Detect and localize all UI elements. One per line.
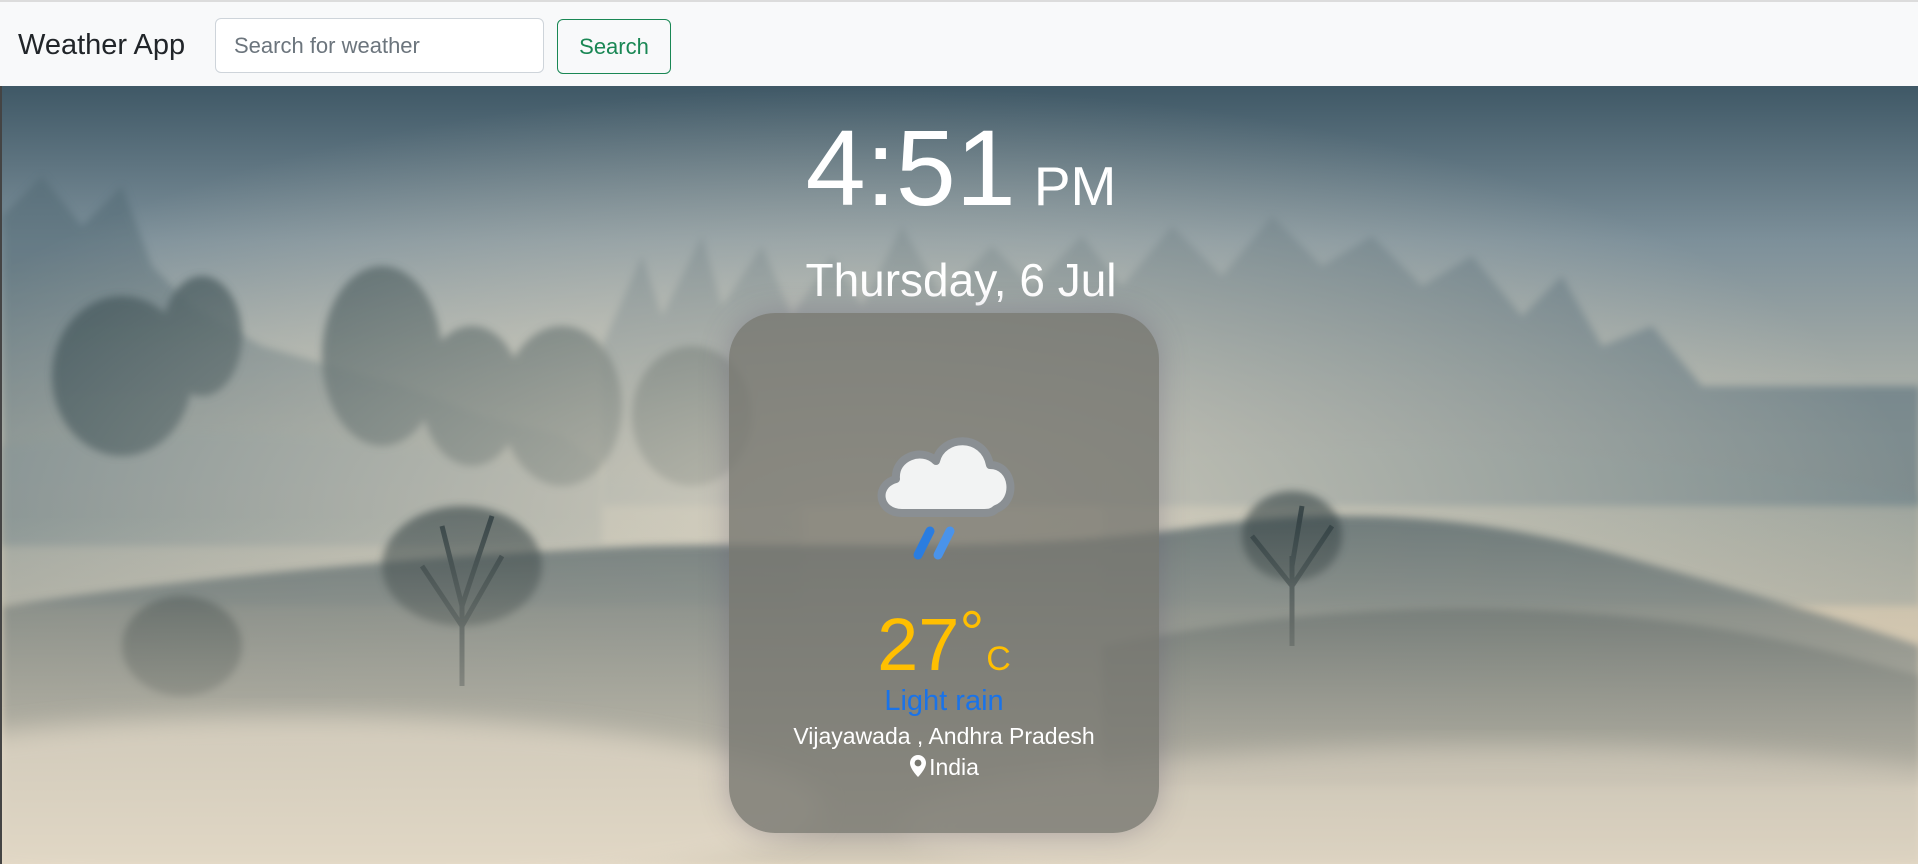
location-pin-icon	[910, 755, 927, 777]
temperature-unit: C	[986, 640, 1011, 678]
degree-symbol: °	[959, 599, 985, 668]
location-country: India	[729, 754, 1159, 781]
time-period: PM	[1033, 155, 1117, 217]
weather-condition: Light rain	[884, 685, 1004, 717]
navbar: Weather App Search	[0, 0, 1918, 86]
temperature-value: 27	[877, 603, 960, 686]
current-time: 4:51 PM	[2, 108, 1918, 228]
temperature: 27°C	[729, 598, 1159, 687]
app-brand[interactable]: Weather App	[18, 28, 185, 62]
location-city-state: Vijayawada , Andhra Pradesh	[793, 723, 1095, 749]
weather-hero: 4:51 PM Thursday, 6 Jul 27°C Light rain V…	[0, 86, 1918, 864]
search-button[interactable]: Search	[557, 19, 671, 74]
weather-card: 27°C Light rain Vijayawada , Andhra Prad…	[729, 313, 1159, 833]
light-rain-icon	[877, 437, 1015, 560]
country-name: India	[929, 754, 979, 780]
current-date: Thursday, 6 Jul	[805, 254, 1117, 306]
search-input[interactable]	[215, 18, 544, 73]
time-value: 4:51	[805, 107, 1016, 228]
